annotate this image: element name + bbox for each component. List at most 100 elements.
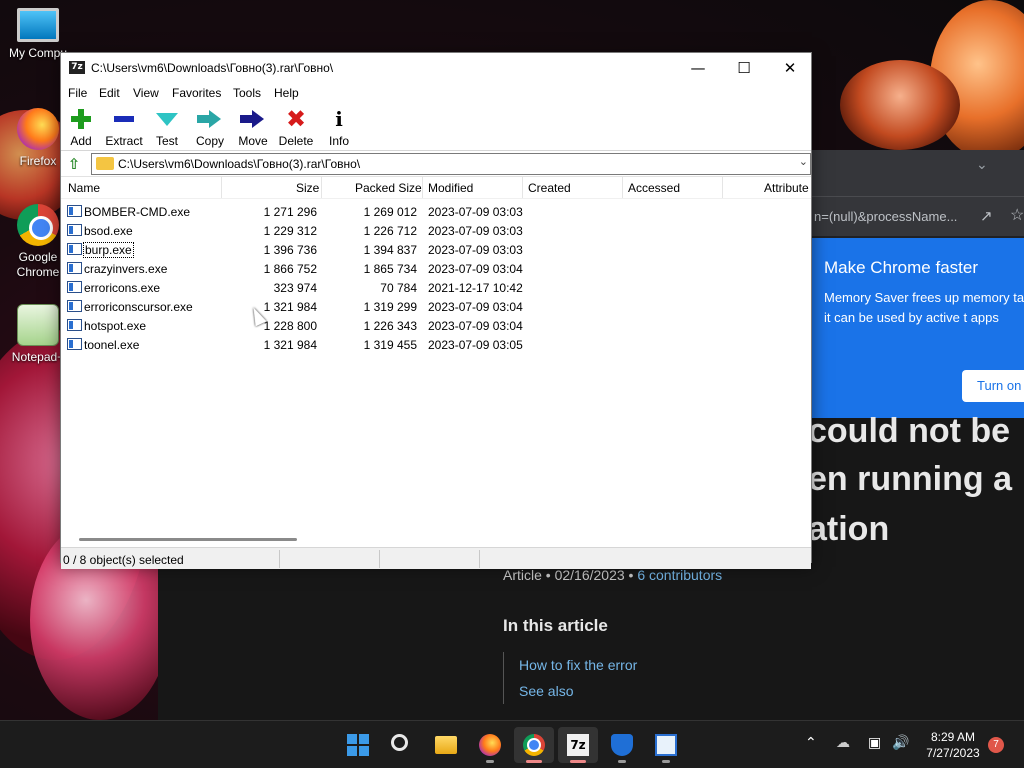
delete-label: Delete [278,134,314,148]
defender-taskbar-button[interactable] [602,727,642,763]
file-size: 1 866 752 [263,262,317,276]
file-explorer-button[interactable] [426,727,466,763]
column-header-packed-size[interactable]: Packed Size [355,181,422,195]
plus-icon [59,106,103,132]
file-modified: 2023-07-09 03:03 [428,224,523,238]
notification-badge[interactable]: 7 [988,737,1004,753]
list-item[interactable]: burp.exe 1 396 736 1 394 837 2023-07-09 … [61,240,811,259]
extract-label: Extract [105,134,143,148]
wallpaper-shape [840,60,960,150]
file-name: toonel.exe [84,338,140,352]
start-button[interactable] [338,727,378,763]
file-name: burp.exe [83,242,134,258]
contributors-link[interactable]: 6 contributors [637,567,722,583]
7zip-app-icon: 7z [69,61,85,74]
move-button[interactable]: Move [231,106,275,148]
exe-file-icon [67,224,82,236]
system-clock[interactable]: 8:29 AM 7/27/2023 [922,729,984,761]
list-item[interactable]: erroriconsсursor.exe 1 321 984 1 319 299… [61,297,811,316]
popup-title: Make Chrome faster [824,258,978,277]
list-item[interactable]: erroricons.exe 323 974 70 784 2021-12-17… [61,278,811,297]
list-item[interactable]: toonel.exe 1 321 984 1 319 455 2023-07-0… [61,335,811,354]
file-name: erroriconsсursor.exe [84,300,193,314]
delete-button[interactable]: ✖ Delete [274,106,318,148]
file-list[interactable]: BOMBER-CMD.exe 1 271 296 1 269 012 2023-… [61,199,811,533]
app-window-icon [655,734,677,756]
menu-favorites[interactable]: Favorites [172,86,221,100]
chrome-taskbar-button[interactable] [514,727,554,763]
chrome-icon [17,204,59,246]
add-button[interactable]: Add [59,106,103,148]
folder-up-icon[interactable]: ⇧ [65,155,83,173]
menu-view[interactable]: View [133,86,159,100]
menu-help[interactable]: Help [274,86,299,100]
menu-tools[interactable]: Tools [233,86,261,100]
firefox-taskbar-button[interactable] [470,727,510,763]
column-header-accessed[interactable]: Accessed [628,181,680,195]
list-item[interactable]: crazyinvers.exe 1 866 752 1 865 734 2023… [61,259,811,278]
share-icon[interactable]: ↗ [980,207,993,225]
show-hidden-icons-chevron-icon[interactable]: ⌃ [805,735,817,768]
copy-button[interactable]: Copy [188,106,232,148]
search-button[interactable] [382,727,422,763]
status-divider [279,550,280,568]
file-size: 1 271 296 [263,205,317,219]
horizontal-scrollbar[interactable] [61,533,811,547]
column-divider[interactable] [422,177,423,198]
toc-link[interactable]: How to fix the error [519,652,637,678]
checkmark-icon [145,106,189,132]
file-packed-size: 1 319 299 [363,300,417,314]
onedrive-cloud-icon[interactable]: ☁ [836,735,850,768]
file-size: 1 321 984 [263,300,317,314]
file-explorer-icon [435,736,457,754]
bookmark-star-icon[interactable]: ☆ [1010,205,1024,225]
list-item[interactable]: bsod.exe 1 229 312 1 226 712 2023-07-09 … [61,221,811,240]
list-item[interactable]: hotspot.exe 1 228 800 1 226 343 2023-07-… [61,316,811,335]
file-list-header: Name Size Packed Size Modified Created A… [61,177,811,199]
toc-link[interactable]: See also [519,678,637,704]
path-text[interactable]: C:\Users\vm6\Downloads\Говно(3).rar\Говн… [118,157,360,171]
file-size: 1 228 800 [263,319,317,333]
scrollbar-thumb[interactable] [79,538,297,541]
column-header-created[interactable]: Created [528,181,571,195]
file-size: 1 396 736 [263,243,317,257]
address-text[interactable]: n=(null)&processName... [814,209,957,224]
column-divider[interactable] [722,177,723,198]
tab-search-chevron-icon[interactable]: ⌄ [976,156,988,173]
test-button[interactable]: Test [145,106,189,148]
column-divider[interactable] [221,177,222,198]
file-packed-size: 1 269 012 [363,205,417,219]
taskbar: 7z ⌃ ☁ ▣ 🔊 8:29 AM 7/27/2023 7 [0,720,1024,768]
info-button[interactable]: i Info [317,106,361,148]
minimize-button[interactable]: — [675,53,721,83]
column-divider[interactable] [522,177,523,198]
column-divider[interactable] [622,177,623,198]
running-indicator [570,760,586,763]
arrow-right-icon [188,106,232,132]
menu-edit[interactable]: Edit [99,86,120,100]
browser-address-bar[interactable]: n=(null)&processName... ↗ ☆ [800,196,1024,236]
title-bar[interactable]: 7z C:\Users\vm6\Downloads\Говно(3).rar\Г… [61,53,811,83]
app-taskbar-button[interactable] [646,727,686,763]
maximize-button[interactable]: ☐ [721,53,767,83]
file-size: 323 974 [273,281,317,295]
column-header-size[interactable]: Size [296,181,319,195]
extract-button[interactable]: Extract [102,106,146,148]
column-header-modified[interactable]: Modified [428,181,473,195]
browser-tab-bar [800,150,1024,196]
network-icon[interactable]: ▣ [868,735,881,768]
turn-on-button[interactable]: Turn on [962,370,1024,402]
path-combobox[interactable]: C:\Users\vm6\Downloads\Говно(3).rar\Говн… [91,153,811,175]
column-header-attributes[interactable]: Attribute [764,181,809,195]
file-name: erroricons.exe [84,281,161,295]
column-header-name[interactable]: Name [68,181,100,195]
7zip-taskbar-button[interactable]: 7z [558,727,598,763]
close-button[interactable]: ✕ [767,53,813,83]
list-item[interactable]: BOMBER-CMD.exe 1 271 296 1 269 012 2023-… [61,202,811,221]
chevron-down-icon[interactable]: ⌄ [799,155,808,168]
volume-icon[interactable]: 🔊 [892,735,909,768]
column-divider[interactable] [321,177,322,198]
file-modified: 2023-07-09 03:04 [428,262,523,276]
menu-file[interactable]: File [68,86,87,100]
article-heading: en running a [808,460,1012,498]
